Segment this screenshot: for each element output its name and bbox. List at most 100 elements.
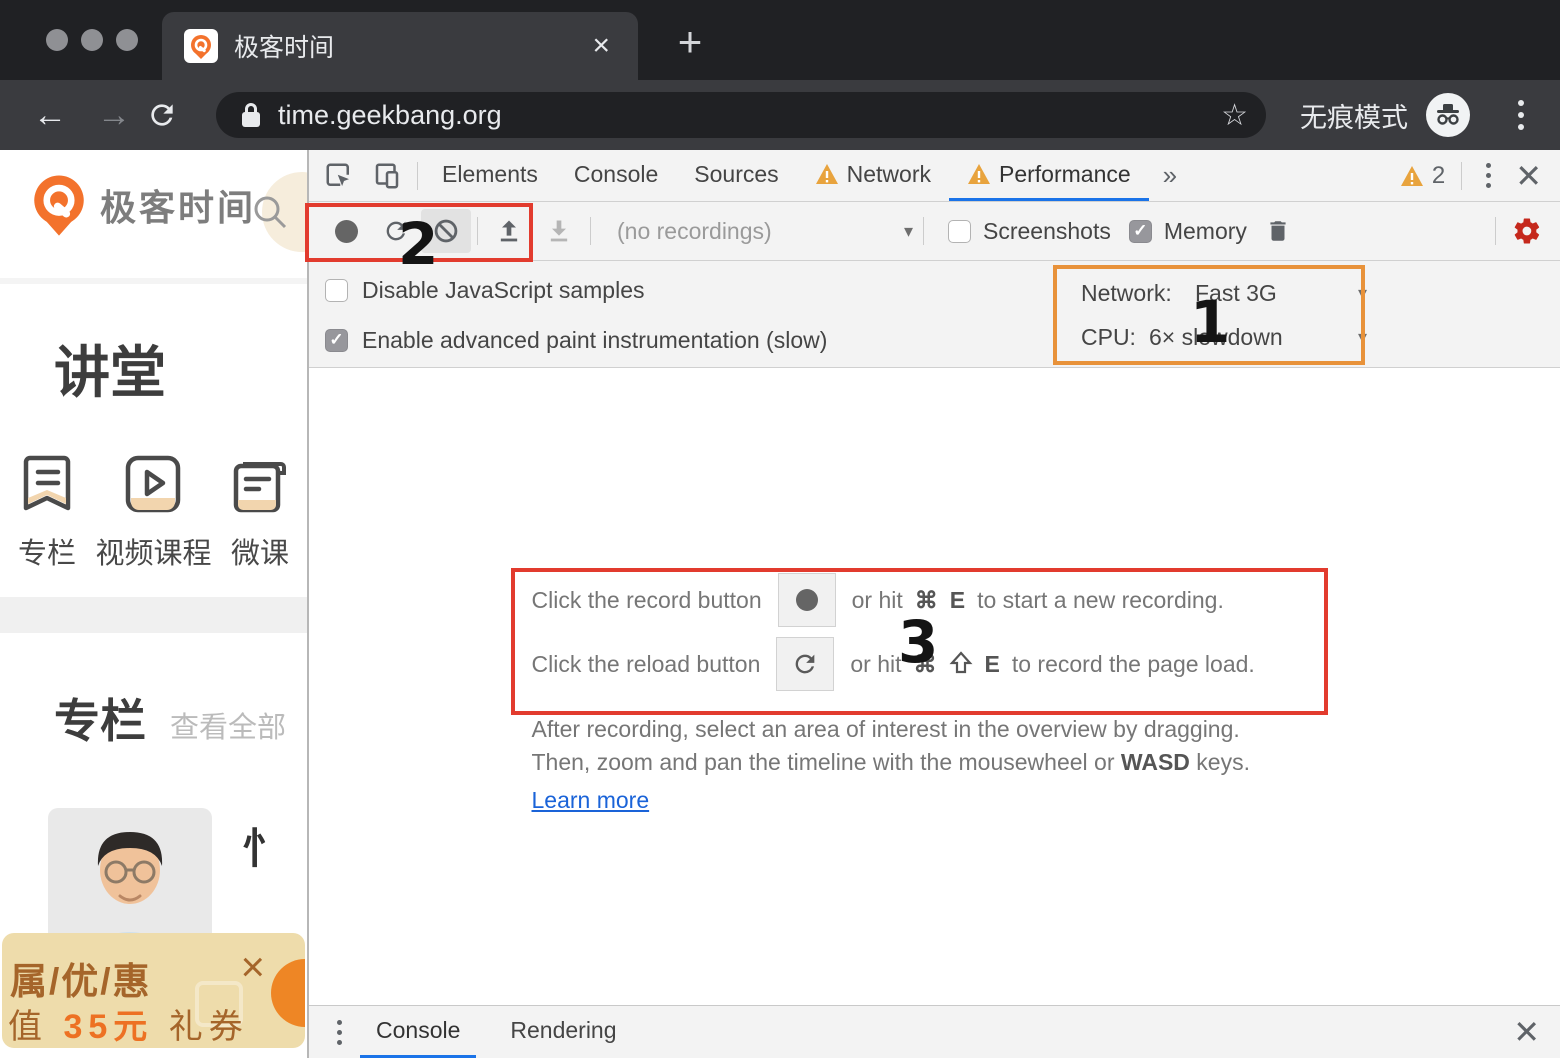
chevron-down-icon: ▾ <box>904 221 913 242</box>
more-tabs-icon[interactable]: » <box>1149 160 1191 191</box>
section-divider <box>0 597 307 633</box>
screenshots-toggle[interactable]: Screenshots <box>948 218 1111 245</box>
zoom-pan-text: Then, zoom and pan the timeline with the… <box>532 746 1338 779</box>
save-profile-button[interactable] <box>534 209 584 253</box>
reload-icon[interactable] <box>146 99 210 131</box>
load-profile-button[interactable] <box>484 209 534 253</box>
screenshots-checkbox[interactable] <box>948 220 971 243</box>
promo-close-icon[interactable]: × <box>240 943 265 991</box>
tab-sources[interactable]: Sources <box>676 150 796 201</box>
nav-item-micro[interactable]: 微课 <box>229 452 291 572</box>
category-nav: 专栏 视频课程 微课 <box>0 452 307 572</box>
lock-icon <box>240 101 262 129</box>
browser-tab[interactable]: 极客时间 × <box>162 12 638 80</box>
address-bar[interactable]: time.geekbang.org ☆ <box>216 92 1266 138</box>
nav-item-column[interactable]: 专栏 <box>16 452 78 572</box>
after-recording-text: After recording, select an area of inter… <box>532 713 1338 746</box>
paint-instrumentation-label: Enable advanced paint instrumentation (s… <box>362 327 827 354</box>
incognito-label: 无痕模式 <box>1300 96 1408 135</box>
header-divider <box>0 278 307 284</box>
page-heading: 讲堂 <box>54 328 166 409</box>
browser-window: 极客时间 × + ← → time.geekbang.org ☆ 无痕模式 <box>0 0 1560 1058</box>
tab-performance[interactable]: Performance <box>949 150 1149 201</box>
inspect-element-icon[interactable] <box>315 150 363 201</box>
tab-network[interactable]: Network <box>797 150 949 201</box>
drawer-menu-icon[interactable] <box>319 1020 360 1045</box>
bookmark-star-icon[interactable]: ☆ <box>1221 98 1248 133</box>
drawer-close-icon[interactable]: ✕ <box>1493 1013 1560 1051</box>
zoom-window-icon[interactable] <box>116 29 138 51</box>
paint-instrumentation-checkbox[interactable]: ✓ <box>325 329 348 352</box>
back-icon[interactable]: ← <box>18 96 82 135</box>
new-tab-button[interactable]: + <box>662 18 718 66</box>
tab-console[interactable]: Console <box>556 150 676 201</box>
devtools-menu-icon[interactable] <box>1468 163 1509 188</box>
search-icon[interactable] <box>250 192 290 232</box>
record-icon <box>335 220 358 243</box>
disable-js-checkbox[interactable] <box>325 279 348 302</box>
wasd-keys: WASD <box>1121 749 1190 775</box>
bookmark-icon <box>16 452 78 516</box>
tab-elements[interactable]: Elements <box>424 150 556 201</box>
forward-icon[interactable]: → <box>82 96 146 135</box>
recordings-select[interactable]: (no recordings) ▾ <box>601 218 913 245</box>
record-instruction-text: Click the record button <box>532 587 762 614</box>
record-button-illustration <box>778 573 836 627</box>
view-all-link[interactable]: 查看全部 <box>170 704 286 746</box>
divider <box>417 162 418 190</box>
tab-title: 极客时间 <box>234 28 586 64</box>
devtools-panel: Elements Console Sources Network Perform… <box>307 150 1560 1058</box>
webpage-panel: 极客时间 讲堂 专栏 视频课程 <box>0 150 307 1058</box>
promo-line2-prefix: 值 <box>8 1008 48 1046</box>
reload-button-illustration <box>776 637 834 691</box>
tab-label: Elements <box>442 161 538 188</box>
author-photo[interactable] <box>48 808 212 953</box>
network-value: Fast 3G <box>1195 280 1277 307</box>
browser-menu-icon[interactable] <box>1504 100 1538 130</box>
window-controls[interactable] <box>46 29 138 51</box>
instruction-text: Then, zoom and pan the timeline with the… <box>532 749 1115 775</box>
drawer-tab-label: Rendering <box>510 1017 616 1044</box>
issues-badge[interactable]: 2 <box>1390 162 1455 190</box>
learn-more-link[interactable]: Learn more <box>532 787 650 814</box>
nav-label[interactable]: 微课 <box>231 530 289 572</box>
minimize-window-icon[interactable] <box>81 29 103 51</box>
record-button[interactable] <box>321 209 371 253</box>
clear-button[interactable] <box>421 209 471 253</box>
url-text[interactable]: time.geekbang.org <box>278 100 1221 131</box>
geekbang-logo[interactable]: 极客时间 <box>28 172 256 238</box>
section-title: 专栏 <box>54 685 146 751</box>
performance-landing: Click the record button or hit ⌘ E to st… <box>309 368 1560 1005</box>
recordings-placeholder: (no recordings) <box>617 218 772 245</box>
nav-label[interactable]: 专栏 <box>18 530 76 572</box>
devtools-close-icon[interactable]: ✕ <box>1509 157 1560 195</box>
memory-toggle[interactable]: ✓ Memory <box>1129 218 1247 245</box>
nav-item-video[interactable]: 视频课程 <box>95 452 211 572</box>
incognito-icon <box>1426 93 1470 137</box>
cpu-value: 6× slowdown <box>1149 324 1283 351</box>
promo-banner[interactable]: 属/优/惠 值 35元 礼券 × <box>2 933 305 1048</box>
console-drawer: Console Rendering ✕ <box>309 1005 1560 1058</box>
folder-icon <box>229 452 291 516</box>
network-throttle-select[interactable]: Network: Fast 3G ▾ <box>1081 271 1367 315</box>
drawer-tab-console[interactable]: Console <box>360 1006 476 1058</box>
close-window-icon[interactable] <box>46 29 68 51</box>
logo-text: 极客时间 <box>100 179 256 231</box>
promo-amount: 35元 <box>63 1008 153 1046</box>
instruction-text: keys. <box>1196 749 1250 775</box>
reload-and-record-button[interactable] <box>371 209 421 253</box>
device-toolbar-icon[interactable] <box>363 150 411 201</box>
tab-close-icon[interactable]: × <box>586 31 616 61</box>
garbage-collect-icon[interactable] <box>1253 209 1303 253</box>
cpu-throttle-select[interactable]: CPU: 6× slowdown ▾ <box>1081 315 1367 359</box>
e-key: E <box>985 651 1000 678</box>
disable-js-label: Disable JavaScript samples <box>362 277 645 304</box>
memory-checkbox[interactable]: ✓ <box>1129 220 1152 243</box>
drawer-tab-rendering[interactable]: Rendering <box>494 1006 632 1058</box>
screenshots-label: Screenshots <box>983 218 1111 245</box>
capture-settings: Disable JavaScript samples ✓ Enable adva… <box>309 261 1560 368</box>
capture-settings-gear-icon[interactable] <box>1502 209 1552 253</box>
nav-label[interactable]: 视频课程 <box>95 530 211 572</box>
network-label: Network: <box>1081 280 1195 307</box>
truncated-text: 忄 <box>242 815 284 876</box>
